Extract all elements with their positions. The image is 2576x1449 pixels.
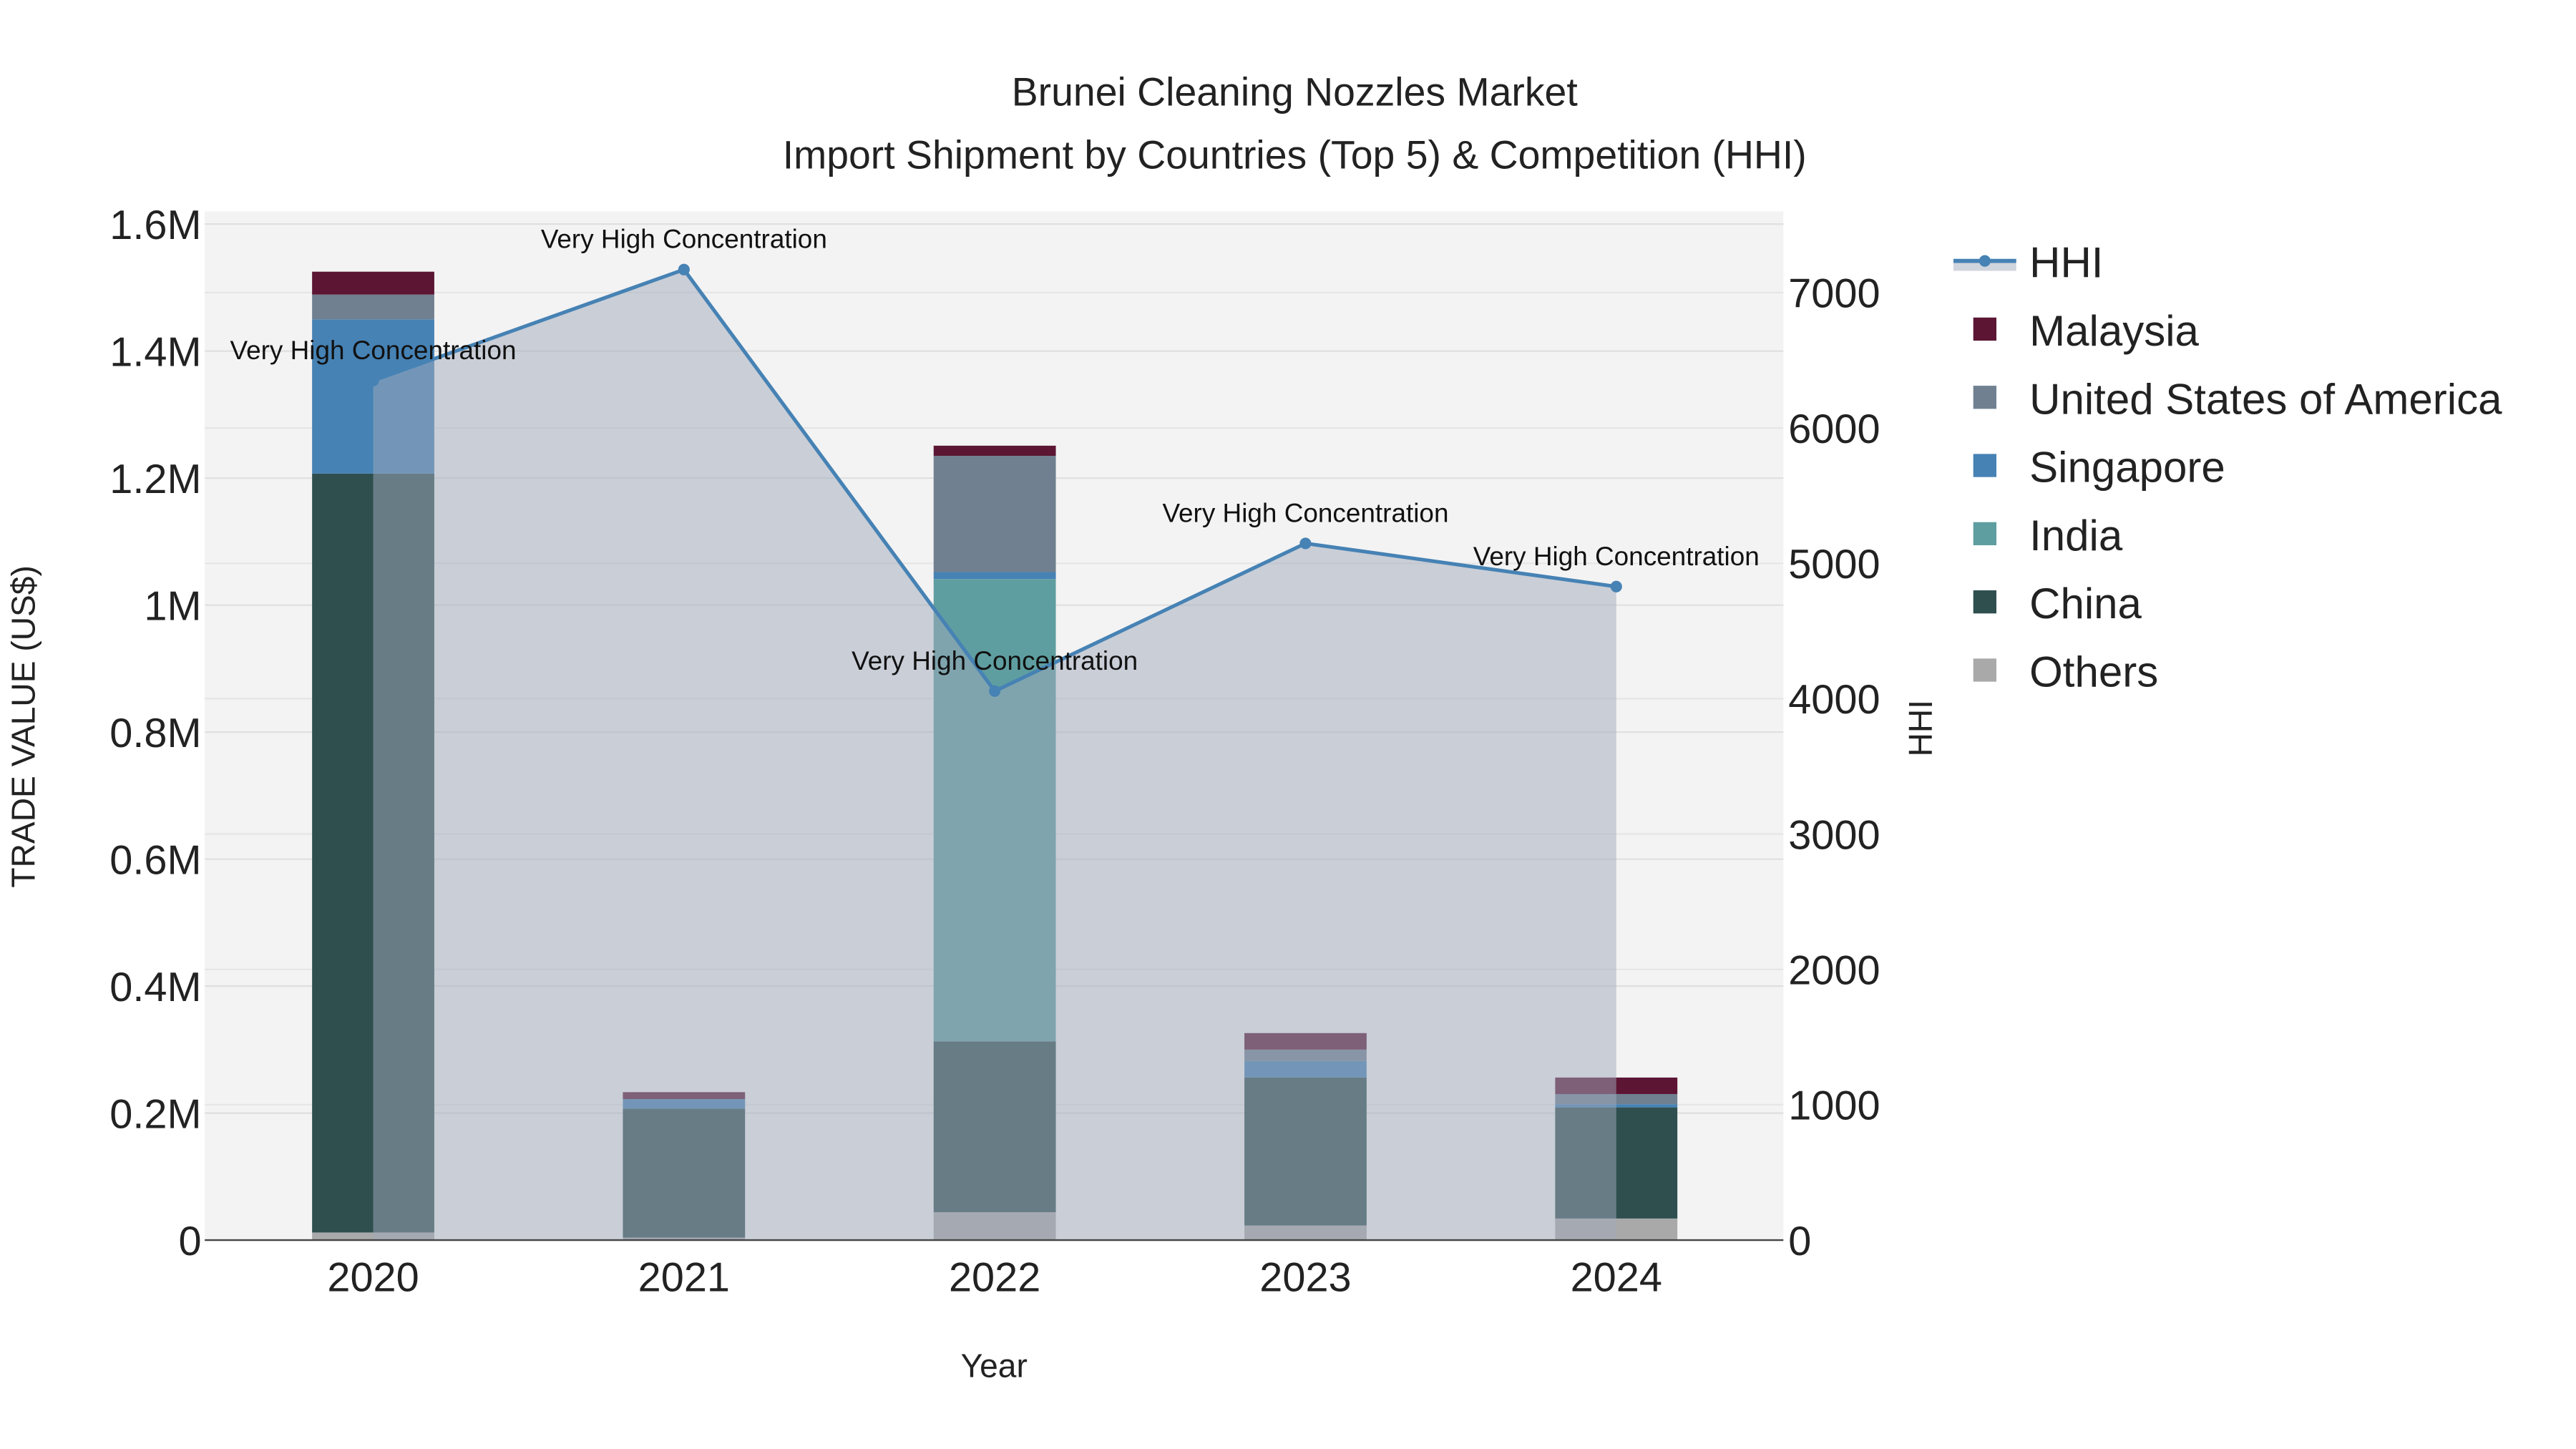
y2-axis-label: HHI [1902,700,1939,756]
legend-item-others[interactable]: Others [1973,648,2159,696]
hhi-point-2024 [1610,580,1622,592]
y2-tick-label: 3000 [1788,812,1880,858]
legend-item-china[interactable]: China [1973,580,2142,628]
hhi-point-2023 [1299,537,1312,550]
legend-label: Malaysia [2029,307,2199,355]
y2-tick-label: 1000 [1788,1083,1880,1129]
y-tick-label: 0.2M [109,1091,201,1137]
y-tick-label: 1.2M [109,457,201,502]
legend-swatch [1973,386,1996,409]
x-tick-label: 2022 [949,1255,1040,1301]
y2-axis-ticks: 0 1000 2000 3000 4000 5000 6000 7000 [1788,271,1880,1264]
y-tick-label: 0.4M [109,965,201,1010]
hhi-point-2021 [678,263,690,275]
hhi-annotation: Very High Concentration [230,336,517,365]
legend-label: HHI [2029,239,2103,287]
y-tick-label: 1.6M [109,203,201,248]
chart-subtitle: Import Shipment by Countries (Top 5) & C… [783,132,1807,177]
legend-item-united-states-of-america[interactable]: United States of America [1973,375,2502,423]
legend-swatch [1973,317,1996,341]
x-tick-label: 2024 [1571,1255,1662,1301]
legend-swatch [1973,522,1996,545]
legend: HHI Malaysia United States of America Singa… [1953,239,2502,696]
y2-tick-label: 0 [1788,1219,1811,1264]
legend-label: Others [2029,648,2158,696]
y2-tick-label: 5000 [1788,542,1880,587]
legend-swatch [1973,590,1996,614]
legend-item-singapore[interactable]: Singapore [1973,444,2225,492]
legend-swatch [1973,454,1996,477]
y-tick-label: 1M [144,583,201,629]
y2-tick-label: 2000 [1788,948,1880,994]
y-axis-ticks: 0 0.2M 0.4M 0.6M 0.8M 1M 1.2M 1.4M 1.6M [109,203,201,1264]
hhi-annotation: Very High Concentration [541,225,827,254]
x-axis-label: Year [961,1347,1028,1385]
legend-swatch [1973,658,1996,682]
hhi-annotation: Very High Concentration [852,646,1138,675]
legend-label: Singapore [2029,444,2225,492]
chart-title: Brunei Cleaning Nozzles Market [1012,70,1578,114]
legend-swatch-marker [1979,255,1991,267]
y-tick-label: 0.8M [109,711,201,756]
y-tick-label: 0 [178,1219,201,1264]
y-tick-label: 0.6M [109,837,201,883]
y2-tick-label: 7000 [1788,271,1880,317]
legend-item-india[interactable]: India [1973,512,2123,560]
chart: Very High Concentration Very High Concent… [4,70,2502,1385]
bar-malaysia-2020 [312,271,434,295]
hhi-annotation: Very High Concentration [1162,498,1448,527]
bar-united-states-of-america-2022 [933,456,1056,572]
x-axis-ticks: 2020 2021 2022 2023 2024 [327,1255,1662,1301]
hhi-point-2020 [367,374,379,386]
legend-label: United States of America [2029,375,2502,423]
legend-item-hhi[interactable]: HHI [1953,239,2103,287]
y2-tick-label: 4000 [1788,677,1880,723]
legend-label: India [2029,512,2123,560]
x-tick-label: 2023 [1259,1255,1351,1301]
hhi-annotation: Very High Concentration [1473,542,1760,571]
bar-singapore-2022 [933,572,1056,580]
x-tick-label: 2020 [327,1255,419,1301]
y-axis-label: TRADE VALUE (US$) [4,565,42,887]
y-tick-label: 1.4M [109,329,201,375]
y2-tick-label: 6000 [1788,406,1880,452]
legend-item-malaysia[interactable]: Malaysia [1973,307,2200,355]
bar-malaysia-2022 [933,445,1056,457]
bar-united-states-of-america-2020 [312,294,434,320]
x-tick-label: 2021 [638,1255,730,1301]
hhi-point-2022 [989,685,1001,697]
legend-label: China [2029,580,2142,628]
